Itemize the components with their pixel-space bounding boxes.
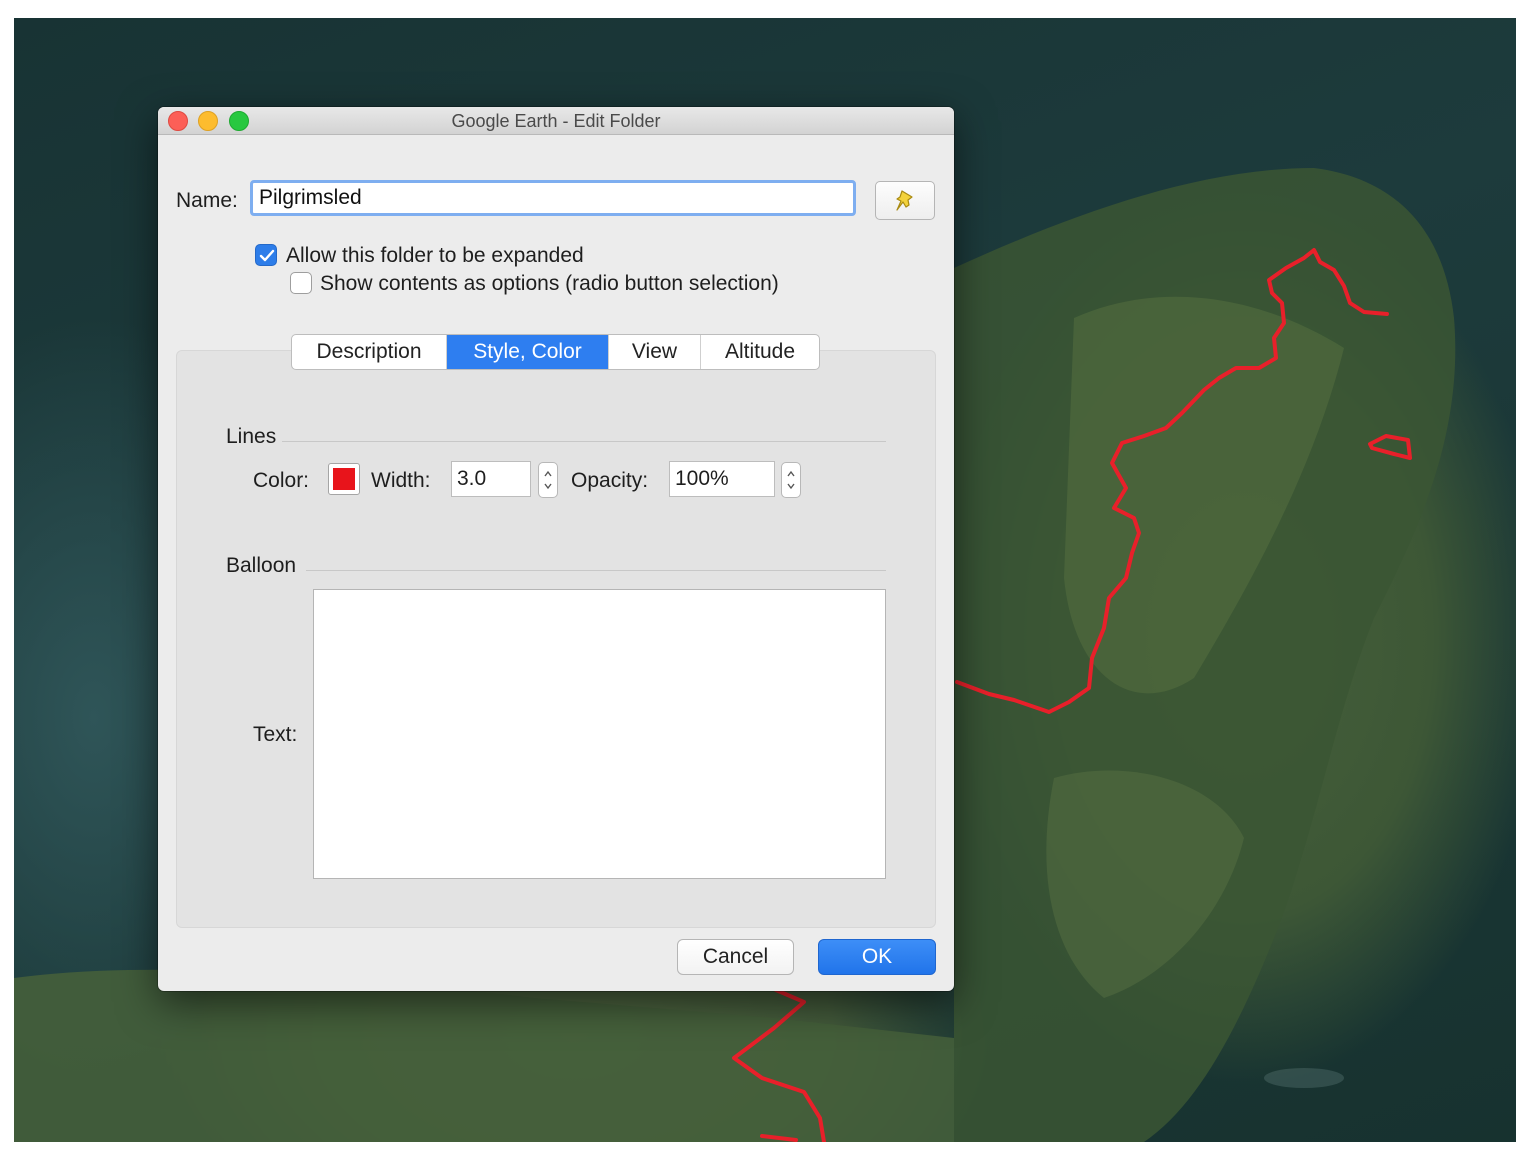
lines-divider [282, 441, 886, 442]
line-color-swatch[interactable] [328, 463, 360, 495]
balloon-text-label: Text: [253, 723, 298, 746]
line-opacity-label: Opacity: [571, 469, 649, 492]
window-title: Google Earth - Edit Folder [451, 111, 661, 131]
line-color-label: Color: [253, 469, 310, 492]
name-label: Name: [176, 189, 238, 212]
tab-style-color[interactable]: Style, Color [447, 335, 609, 369]
title-bar[interactable]: Google Earth - Edit Folder [158, 107, 954, 135]
ok-button[interactable]: OK [818, 939, 936, 975]
name-input[interactable] [250, 180, 856, 216]
line-width-label: Width: [371, 469, 431, 492]
line-opacity-stepper[interactable] [781, 462, 801, 498]
tab-view[interactable]: View [609, 335, 701, 369]
placemark-icon-button[interactable] [875, 181, 935, 220]
allow-expand-label[interactable]: Allow this folder to be expanded [286, 244, 584, 268]
balloon-section-title: Balloon [226, 554, 297, 577]
line-opacity-field[interactable]: 100% [669, 461, 775, 497]
pushpin-icon [896, 190, 913, 211]
checkmark-icon [259, 249, 275, 262]
line-width-stepper[interactable] [538, 462, 558, 498]
tab-bar: Description Style, Color View Altitude [291, 334, 820, 370]
radio-selection-checkbox[interactable] [290, 272, 312, 294]
balloon-divider [306, 570, 886, 571]
line-width-field[interactable]: 3.0 [451, 461, 531, 497]
line-color-fill [333, 468, 355, 490]
lines-section-title: Lines [226, 425, 277, 448]
edit-folder-dialog: Google Earth - Edit Folder Name: Allow t… [158, 107, 954, 991]
stepper-arrows-icon [787, 470, 795, 490]
tab-description[interactable]: Description [292, 335, 447, 369]
balloon-text-area[interactable] [313, 589, 886, 879]
tab-altitude[interactable]: Altitude [701, 335, 819, 369]
cancel-button[interactable]: Cancel [677, 939, 794, 975]
radio-selection-label[interactable]: Show contents as options (radio button s… [320, 272, 779, 296]
stepper-arrows-icon [544, 470, 552, 490]
allow-expand-checkbox[interactable] [255, 244, 277, 266]
